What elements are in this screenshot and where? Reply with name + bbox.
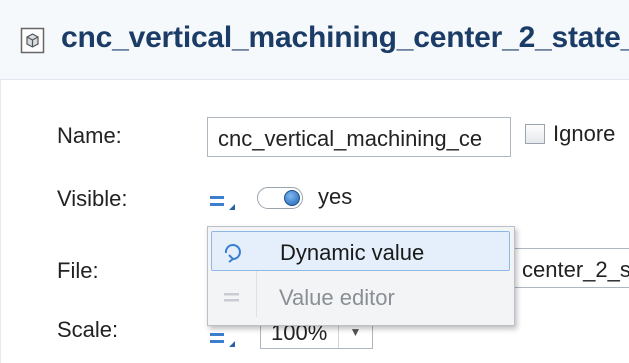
value-mode-equals-icon[interactable] [210,330,236,350]
ignore-checkbox[interactable] [525,124,545,144]
file-input[interactable]: center_2_st [507,248,629,288]
properties-header: cnc_vertical_machining_center_2_state_1 [0,0,629,80]
menu-item-dynamic-value[interactable]: Dynamic value [211,231,510,271]
name-label: Name: [57,123,122,148]
value-mode-menu: Dynamic value Value editor [207,226,515,326]
dynamic-value-icon [224,244,241,263]
toggle-knob [284,190,300,206]
equals-icon [224,293,239,302]
visible-toggle[interactable] [257,187,303,209]
name-input[interactable]: cnc_vertical_machining_cе [207,117,511,157]
page-title: cnc_vertical_machining_center_2_state_1 [61,21,629,54]
scale-label: Scale: [57,317,119,342]
ignore-label: Ignore [553,121,616,146]
value-mode-equals-icon[interactable] [210,193,236,213]
file-label: File: [57,258,99,283]
object-box-icon [20,27,45,54]
visible-label: Visible: [57,186,128,211]
menu-item-label: Dynamic value [280,240,425,265]
visible-value: yes [318,184,353,209]
menu-item-label: Value editor [279,285,395,310]
menu-item-value-editor[interactable]: Value editor [211,277,510,317]
